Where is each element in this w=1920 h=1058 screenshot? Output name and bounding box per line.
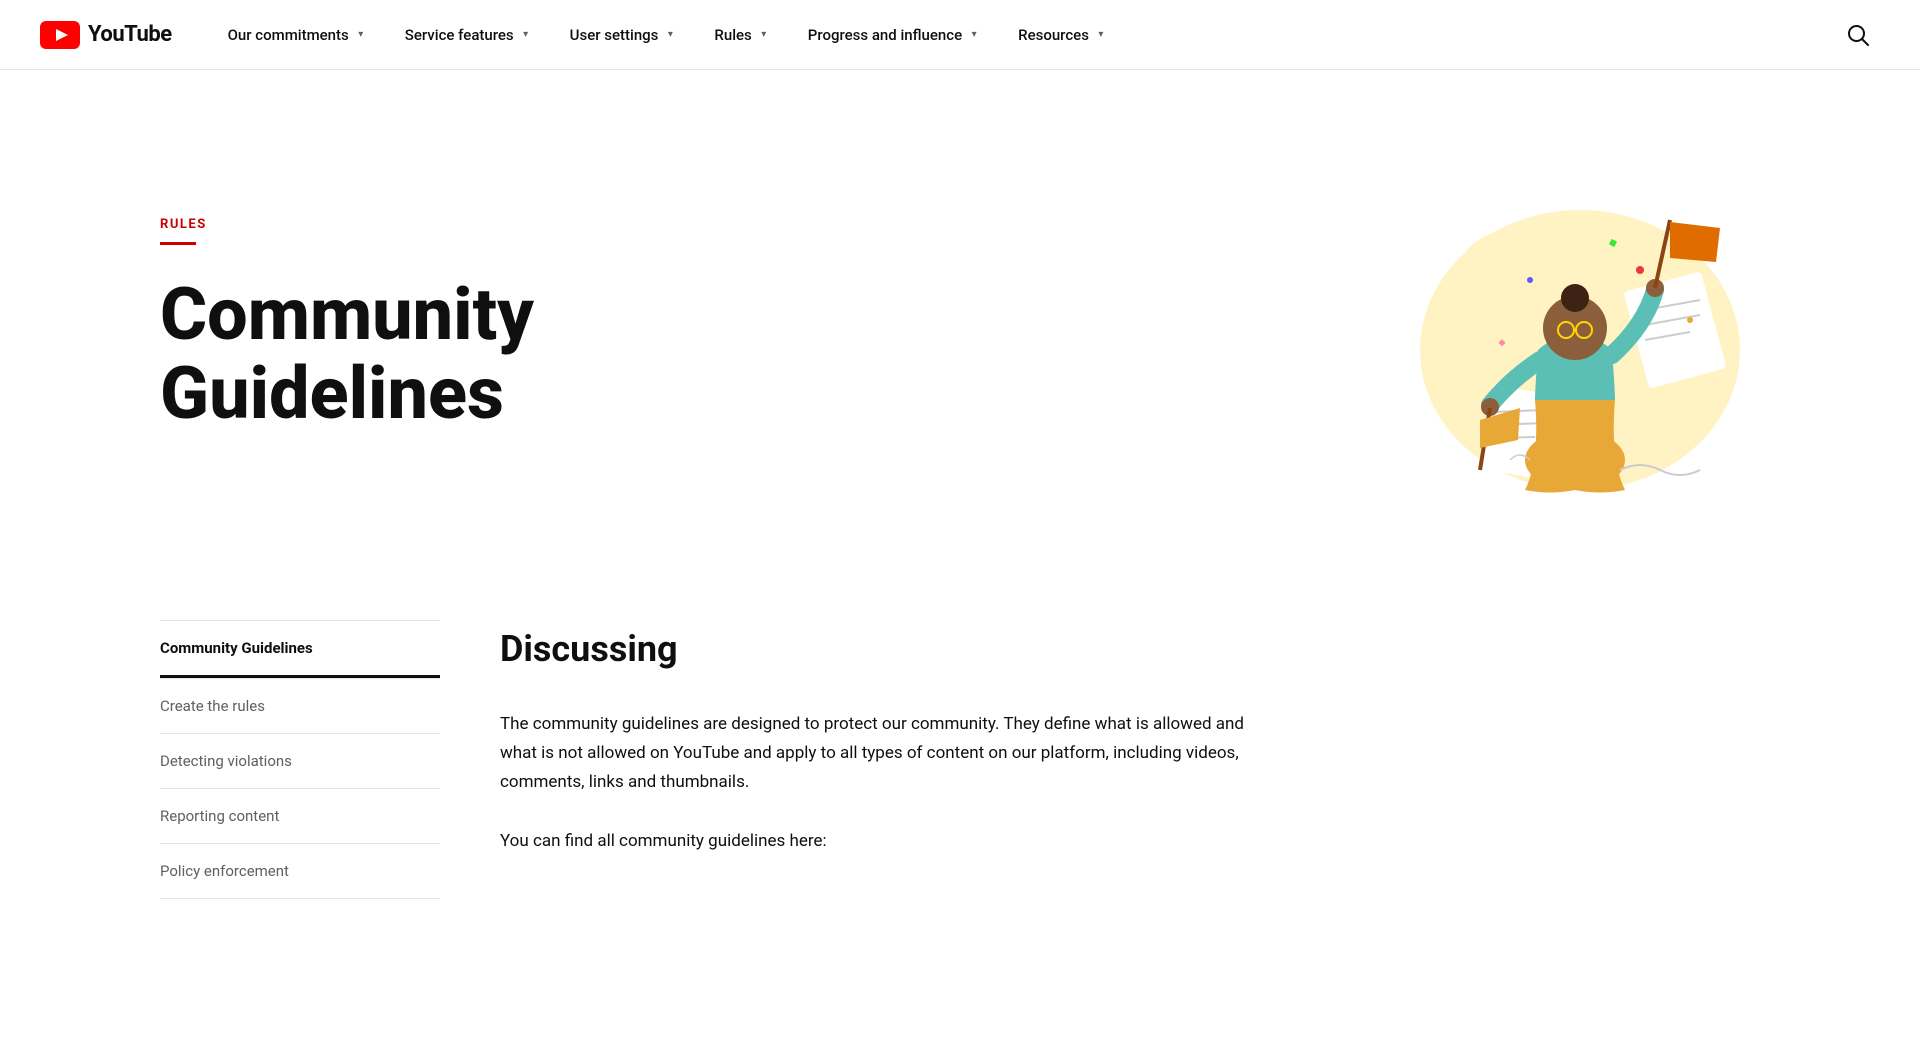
article-section-title: Discussing xyxy=(500,628,1760,670)
nav-item-progress-and-influence[interactable]: Progress and influence ▾ xyxy=(792,18,998,52)
search-button[interactable] xyxy=(1836,13,1880,57)
illustration-svg xyxy=(1380,150,1760,500)
nav-label-resources: Resources xyxy=(1018,26,1089,44)
hero-content: RULES Community Guidelines xyxy=(160,217,1300,433)
sidebar-link-policy-enforcement[interactable]: Policy enforcement xyxy=(160,844,440,898)
nav-items: Our commitments ▾ Service features ▾ Use… xyxy=(212,18,1836,52)
logo-link[interactable]: YouTube xyxy=(40,21,172,49)
hero-section: RULES Community Guidelines xyxy=(0,70,1920,560)
sidebar-nav-item-policy-enforcement[interactable]: Policy enforcement xyxy=(160,844,440,899)
nav-label-service-features: Service features xyxy=(405,26,514,44)
nav-label-user-settings: User settings xyxy=(570,26,659,44)
main-content: Community Guidelines Create the rules De… xyxy=(0,560,1920,959)
chevron-down-icon: ▾ xyxy=(756,27,772,43)
article-body: The community guidelines are designed to… xyxy=(500,710,1260,856)
nav-label-our-commitments: Our commitments xyxy=(228,26,349,44)
sidebar-link-create-rules[interactable]: Create the rules xyxy=(160,679,440,733)
chevron-down-icon: ▾ xyxy=(1093,27,1109,43)
sidebar-nav-item-create-rules[interactable]: Create the rules xyxy=(160,679,440,734)
sidebar-nav-item-community-guidelines[interactable]: Community Guidelines xyxy=(160,620,440,679)
page-title: Community Guidelines xyxy=(160,275,860,433)
article-paragraph-2: You can find all community guidelines he… xyxy=(500,827,1260,856)
nav-item-resources[interactable]: Resources ▾ xyxy=(1002,18,1125,52)
sidebar-link-reporting-content[interactable]: Reporting content xyxy=(160,789,440,843)
nav-item-our-commitments[interactable]: Our commitments ▾ xyxy=(212,18,385,52)
illustration-container xyxy=(1380,150,1760,500)
section-label: RULES xyxy=(160,217,1300,232)
article: Discussing The community guidelines are … xyxy=(500,620,1760,899)
article-paragraph-1: The community guidelines are designed to… xyxy=(500,710,1260,797)
sidebar-nav-item-reporting-content[interactable]: Reporting content xyxy=(160,789,440,844)
youtube-logo-icon xyxy=(40,21,80,49)
nav-item-user-settings[interactable]: User settings ▾ xyxy=(554,18,695,52)
search-icon xyxy=(1847,24,1869,46)
navbar: YouTube Our commitments ▾ Service featur… xyxy=(0,0,1920,70)
sidebar-link-community-guidelines[interactable]: Community Guidelines xyxy=(160,621,440,678)
section-label-underline xyxy=(160,242,196,245)
chevron-down-icon: ▾ xyxy=(518,27,534,43)
hero-illustration xyxy=(1380,150,1760,500)
logo-text: YouTube xyxy=(88,22,172,47)
nav-label-rules: Rules xyxy=(714,26,751,44)
chevron-down-icon: ▾ xyxy=(662,27,678,43)
sidebar-link-detecting-violations[interactable]: Detecting violations xyxy=(160,734,440,788)
sidebar-nav: Community Guidelines Create the rules De… xyxy=(160,620,440,899)
chevron-down-icon: ▾ xyxy=(966,27,982,43)
nav-item-service-features[interactable]: Service features ▾ xyxy=(389,18,550,52)
chevron-down-icon: ▾ xyxy=(353,27,369,43)
sidebar-nav-item-detecting-violations[interactable]: Detecting violations xyxy=(160,734,440,789)
nav-label-progress-and-influence: Progress and influence xyxy=(808,26,962,44)
sidebar: Community Guidelines Create the rules De… xyxy=(160,620,440,899)
nav-item-rules[interactable]: Rules ▾ xyxy=(698,18,787,52)
